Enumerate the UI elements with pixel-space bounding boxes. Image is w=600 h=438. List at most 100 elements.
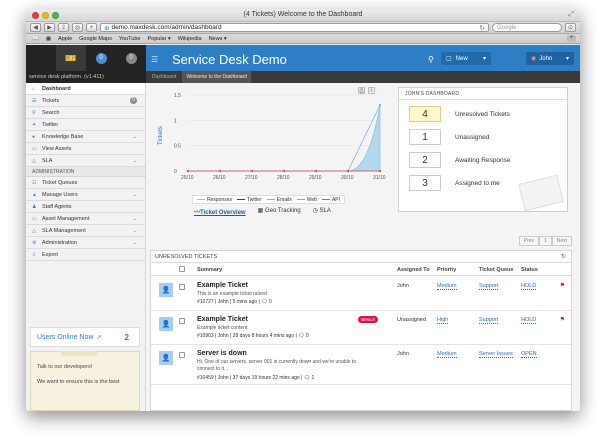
table-row[interactable]: 👤 Server is down Hi, One of our servers,…	[151, 345, 571, 385]
select-all-checkbox[interactable]	[179, 266, 185, 272]
platform-version: service desk platform. (v1.411)	[29, 74, 104, 80]
sidebar-item-label: Administration	[42, 239, 77, 246]
sidebar-item-view-assets[interactable]: ▭ View Assets	[26, 143, 145, 155]
downloads-button[interactable]: ⊙	[565, 23, 576, 32]
legend-label: Emails	[276, 196, 292, 203]
ticket-subject[interactable]: Example Ticket	[197, 282, 248, 289]
stat-unassigned[interactable]: 1 Unassigned	[409, 129, 489, 145]
col-assigned-to[interactable]: Assigned To	[397, 267, 430, 273]
tab-geo-tracking[interactable]: ▦ Geo Tracking	[258, 207, 301, 216]
users-online-link[interactable]: Users Online Now ↗ 2	[30, 327, 140, 347]
share-button[interactable]: ⇪	[58, 23, 69, 32]
ticket-priority[interactable]: High	[437, 317, 449, 324]
bookmark-google-maps[interactable]: Google Maps	[79, 36, 112, 42]
chat-widget[interactable]: Talk to our developers! We want to ensur…	[30, 351, 140, 411]
sidebar-item-manage-users[interactable]: ▲ Manage Users ⌄	[26, 189, 145, 201]
sidebar-item-sla[interactable]: △ SLA ⌄	[26, 155, 145, 167]
new-tab-button[interactable]: +	[567, 35, 576, 42]
ticket-queue[interactable]: Server Issues	[479, 351, 513, 358]
sidebar-item-ticket-queues[interactable]: ☷ Ticket Queues	[26, 177, 145, 189]
reload-icon[interactable]: ↻	[480, 24, 485, 32]
top-sites-icon[interactable]: ▦	[46, 36, 51, 42]
sidebar-item-sla-management[interactable]: △ SLA Management ⌄	[26, 225, 145, 237]
legend-item-emails[interactable]: Emails	[266, 196, 292, 203]
brand-tab-empty[interactable]	[26, 45, 56, 71]
row-checkbox[interactable]	[179, 352, 185, 358]
user-menu-button[interactable]: ◉ John ▾	[526, 52, 574, 65]
ticket-priority[interactable]: Medium	[437, 283, 457, 290]
ticket-status[interactable]: HOLD	[521, 317, 537, 324]
download-icon[interactable]: ⇩	[368, 87, 375, 94]
sidebar-item-tickets[interactable]: ☰ Tickets 0	[26, 95, 145, 107]
col-priority[interactable]: Priority	[437, 267, 456, 273]
tab-label: Ticket Overview	[200, 210, 246, 216]
search-field[interactable]: Google	[492, 23, 562, 32]
legend-label: API	[331, 196, 341, 203]
bookmark-apple[interactable]: Apple	[58, 36, 72, 42]
sidebar-item-label: Twitter	[42, 121, 59, 128]
menu-toggle-icon[interactable]: ☰	[151, 55, 158, 64]
row-checkbox[interactable]	[179, 284, 185, 290]
sidebar-item-search[interactable]: ⚲ Search	[26, 107, 145, 119]
legend-item-twitter[interactable]: Twitter	[237, 197, 262, 203]
tickets-tab-icon[interactable]: 🎫	[56, 45, 86, 71]
page-number[interactable]: 1	[538, 236, 552, 246]
sidebar-item-staff-agents[interactable]: ♟ Staff Agents	[26, 201, 145, 213]
col-ticket-queue[interactable]: Ticket Queue	[479, 267, 513, 273]
table-row[interactable]: 👤 Example Ticket This is an example tick…	[151, 277, 571, 311]
ticket-queue[interactable]: Support	[479, 317, 499, 324]
col-summary[interactable]: Summary	[197, 267, 222, 273]
reader-button[interactable]: ◎	[72, 23, 83, 32]
stat-awaiting-response[interactable]: 2 Awaiting Response	[409, 152, 511, 168]
table-row[interactable]: 👤 Example Ticket Breach Example ticket c…	[151, 311, 571, 345]
legend-item-web[interactable]: Web	[296, 197, 317, 203]
sidebar-item-twitter[interactable]: ✦ Twitter	[26, 119, 145, 131]
ticket-assigned: John	[397, 283, 409, 289]
col-status[interactable]: Status	[521, 267, 538, 273]
brand-tab-count-1[interactable]: 0	[86, 45, 116, 71]
brand-block: 🎫 0 0 service desk platform. (v1.411)	[26, 45, 146, 83]
prev-button[interactable]: Prev	[518, 236, 539, 246]
chat-tab[interactable]	[61, 351, 97, 356]
bookmark-youtube[interactable]: YouTube	[119, 36, 141, 42]
avatar: 👤	[159, 351, 173, 365]
sidebar-item-knowledge-base[interactable]: ● Knowledge Base ⌄	[26, 131, 145, 143]
sidebar-item-administration[interactable]: ⚙ Administration ⌄	[26, 237, 145, 249]
breadcrumb-dashboard[interactable]: Dashboard	[152, 74, 176, 80]
bookmark-popular[interactable]: Popular ▾	[147, 36, 170, 42]
ticket-status[interactable]: OPEN	[521, 351, 537, 358]
new-button[interactable]: ▢ New ▾	[441, 52, 491, 65]
fullscreen-icon[interactable]: ⤢	[568, 11, 574, 19]
legend-item-api[interactable]: API	[321, 196, 341, 203]
row-checkbox[interactable]	[179, 318, 185, 324]
flag-icon[interactable]: ⚑	[560, 282, 565, 289]
bookmark-wikipedia[interactable]: Wikipedia	[178, 36, 202, 42]
sidebar-item-asset-management[interactable]: ▭ Asset Management ⌄	[26, 213, 145, 225]
stat-unresolved[interactable]: 4 Unresolved Tickets	[409, 106, 510, 122]
flag-icon[interactable]: ⚑	[560, 316, 565, 323]
ticket-priority[interactable]: Medium	[437, 351, 457, 358]
forward-button[interactable]: ▶	[44, 23, 55, 32]
tab-ticket-overview[interactable]: 〰Ticket Overview	[194, 207, 246, 216]
bookmark-news[interactable]: News ▾	[209, 36, 227, 42]
back-button[interactable]: ◀	[30, 23, 41, 32]
print-icon[interactable]: ⎙	[358, 87, 365, 94]
chart-legend: Responses Twitter Emails Web API	[192, 195, 346, 204]
brand-tab-count-2[interactable]: 0	[116, 45, 146, 71]
add-tab-button[interactable]: +	[86, 23, 97, 32]
stat-assigned-to-me[interactable]: 3 Assigned to me	[409, 175, 500, 191]
ticket-status[interactable]: HOLD	[521, 283, 537, 290]
new-label: New	[455, 55, 468, 62]
ticket-subject[interactable]: Server is down	[197, 350, 247, 357]
sidebar-item-dashboard[interactable]: ⌂ Dashboard	[26, 83, 145, 95]
legend-item-responses[interactable]: Responses	[197, 197, 232, 203]
sidebar-item-export[interactable]: ⇩ Export	[26, 249, 145, 261]
url-bar[interactable]: ⊕ demo.maxdesk.com/admin/dashboard ↻	[100, 23, 489, 32]
tab-sla[interactable]: ◷ SLA	[313, 207, 331, 216]
ticket-subject[interactable]: Example Ticket	[197, 316, 248, 323]
next-button[interactable]: Next	[551, 236, 572, 246]
refresh-icon[interactable]: ↻	[561, 253, 566, 260]
ticket-queue[interactable]: Support	[479, 283, 499, 290]
reading-list-icon[interactable]: 📖	[32, 36, 39, 42]
search-icon[interactable]: ⚲	[428, 55, 434, 64]
